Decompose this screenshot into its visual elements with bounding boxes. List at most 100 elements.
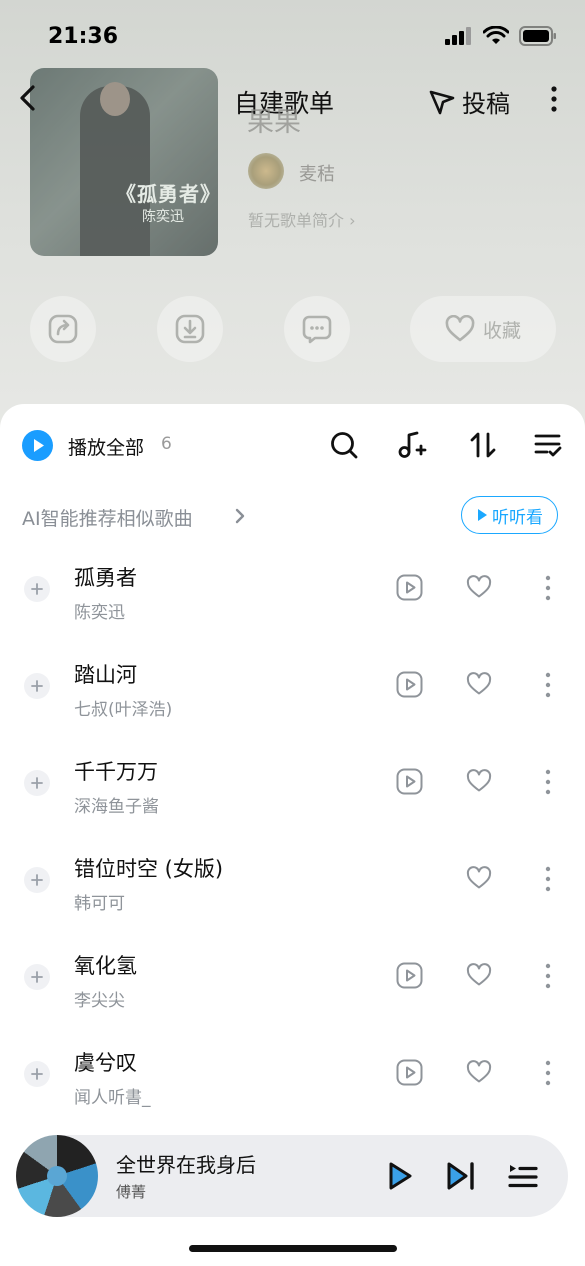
status-icons xyxy=(445,26,557,46)
mini-player[interactable]: 全世界在我身后 傅菁 xyxy=(16,1135,568,1217)
song-row[interactable]: 千千万万 深海鱼子酱 xyxy=(0,738,585,835)
contribute-button[interactable]: 投稿 xyxy=(428,84,510,119)
share-button[interactable] xyxy=(30,296,96,362)
more-options-icon[interactable] xyxy=(538,865,558,893)
song-title: 虞兮叹 xyxy=(74,1051,137,1075)
plus-icon xyxy=(31,583,43,595)
contribute-label: 投稿 xyxy=(462,90,510,118)
plus-icon xyxy=(31,874,43,886)
heart-icon[interactable] xyxy=(466,865,492,891)
plus-icon xyxy=(31,971,43,983)
play-icon[interactable] xyxy=(382,1159,416,1193)
search-icon[interactable] xyxy=(329,430,359,460)
creator-name[interactable]: 麦秸 xyxy=(299,160,335,186)
status-time: 21:36 xyxy=(48,24,119,49)
favorite-playlist-button[interactable]: 收藏 xyxy=(410,296,556,362)
share-icon xyxy=(48,314,78,344)
multi-select-icon[interactable] xyxy=(533,430,563,460)
play-all-label[interactable]: 播放全部 xyxy=(68,433,144,460)
song-title: 千千万万 xyxy=(74,760,158,784)
chevron-right-icon[interactable] xyxy=(233,506,247,526)
comment-icon xyxy=(302,315,332,344)
add-song-button[interactable] xyxy=(24,867,50,893)
next-track-icon[interactable] xyxy=(444,1159,478,1193)
heart-icon[interactable] xyxy=(466,1059,492,1085)
sort-icon[interactable] xyxy=(468,430,498,460)
playlist-cover[interactable]: 《孤勇者》 陈奕迅 xyxy=(30,68,218,256)
ai-recommend-row: AI智能推荐相似歌曲 听听看 xyxy=(0,494,585,538)
add-song-button[interactable] xyxy=(24,673,50,699)
heart-icon[interactable] xyxy=(466,574,492,600)
home-indicator xyxy=(189,1245,397,1252)
more-options-icon[interactable] xyxy=(538,574,558,602)
cover-title-text: 《孤勇者》 xyxy=(116,182,218,206)
now-playing-title: 全世界在我身后 xyxy=(116,1153,256,1177)
play-all-button[interactable] xyxy=(22,430,53,461)
add-song-button[interactable] xyxy=(24,1061,50,1087)
download-icon xyxy=(175,314,205,344)
mv-play-icon[interactable] xyxy=(396,671,423,698)
status-bar: 21:36 xyxy=(0,0,585,70)
creator-avatar[interactable] xyxy=(248,153,284,189)
song-count: 6 xyxy=(161,434,172,454)
more-options-icon[interactable] xyxy=(538,671,558,699)
more-options-icon[interactable] xyxy=(538,768,558,796)
listen-try-label: 听听看 xyxy=(492,507,543,528)
playlist-description-text: 暂无歌单简介 xyxy=(248,211,345,230)
song-title: 氧化氢 xyxy=(74,954,137,978)
more-options-icon[interactable] xyxy=(538,1059,558,1087)
list-toolbar: 播放全部 6 xyxy=(0,424,585,464)
heart-icon[interactable] xyxy=(466,671,492,697)
song-title: 踏山河 xyxy=(74,663,137,687)
now-playing-cover[interactable] xyxy=(16,1135,98,1217)
song-row[interactable]: 错位时空 (女版) 韩可可 xyxy=(0,835,585,932)
ai-recommend-label[interactable]: AI智能推荐相似歌曲 xyxy=(22,504,193,531)
song-row[interactable]: 孤勇者 陈奕迅 xyxy=(0,544,585,641)
download-button[interactable] xyxy=(157,296,223,362)
playlist-header-area: 21:36 《孤勇者》 陈奕迅 自建歌单 投稿 果果 麦秸 暂无歌单简介 › 收… xyxy=(0,0,585,430)
more-options-icon[interactable] xyxy=(544,84,564,114)
song-artist: 李尖尖 xyxy=(74,991,125,1011)
song-artist: 闻人听書_ xyxy=(74,1088,151,1108)
cover-subtitle-text: 陈奕迅 xyxy=(142,209,184,225)
send-icon xyxy=(429,90,455,114)
plus-icon xyxy=(31,777,43,789)
song-row[interactable]: 虞兮叹 闻人听書_ xyxy=(0,1029,585,1126)
back-icon[interactable] xyxy=(14,84,42,112)
plus-icon xyxy=(31,680,43,692)
add-song-button[interactable] xyxy=(24,770,50,796)
song-artist: 深海鱼子酱 xyxy=(74,797,159,817)
song-title: 错位时空 (女版) xyxy=(74,857,224,881)
listen-try-button[interactable]: 听听看 xyxy=(461,496,558,534)
mv-play-icon[interactable] xyxy=(396,962,423,989)
song-artist: 陈奕迅 xyxy=(74,603,125,623)
playlist-description[interactable]: 暂无歌单简介 › xyxy=(248,207,356,231)
heart-icon[interactable] xyxy=(466,768,492,794)
mv-play-icon[interactable] xyxy=(396,1059,423,1086)
play-icon xyxy=(34,439,44,452)
favorite-label: 收藏 xyxy=(482,319,521,342)
song-artist: 韩可可 xyxy=(74,894,125,914)
more-options-icon[interactable] xyxy=(538,962,558,990)
mv-play-icon[interactable] xyxy=(396,574,423,601)
chevron-right-icon: › xyxy=(349,211,356,230)
playlist-name: 果果 xyxy=(247,107,301,138)
now-playing-artist: 傅菁 xyxy=(116,1183,147,1201)
comment-button[interactable] xyxy=(284,296,350,362)
play-icon xyxy=(478,509,487,521)
song-row[interactable]: 氧化氢 李尖尖 xyxy=(0,932,585,1029)
song-title: 孤勇者 xyxy=(74,566,137,590)
mv-play-icon[interactable] xyxy=(396,768,423,795)
add-song-button[interactable] xyxy=(24,576,50,602)
signal-icon xyxy=(445,27,471,45)
heart-icon[interactable] xyxy=(466,962,492,988)
playlist-queue-icon[interactable] xyxy=(506,1159,540,1193)
plus-icon xyxy=(31,1068,43,1080)
add-music-icon[interactable] xyxy=(397,430,427,460)
heart-icon xyxy=(445,315,475,342)
add-song-button[interactable] xyxy=(24,964,50,990)
song-row[interactable]: 踏山河 七叔(叶泽浩) xyxy=(0,641,585,738)
battery-icon xyxy=(519,26,556,46)
song-artist: 七叔(叶泽浩) xyxy=(74,700,173,720)
wifi-icon xyxy=(483,26,509,44)
